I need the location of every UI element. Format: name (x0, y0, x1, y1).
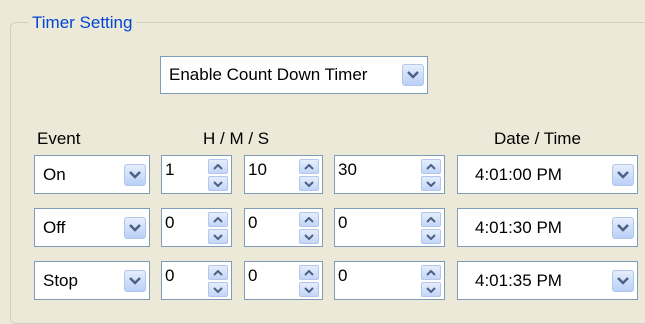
event-value: Off (43, 217, 66, 237)
arrow-down-icon[interactable] (208, 176, 228, 191)
chevron-down-icon[interactable] (124, 216, 146, 239)
minutes-value: 0 (248, 266, 258, 285)
seconds-value: 0 (338, 213, 348, 232)
hours-value: 0 (165, 213, 175, 232)
hours-value: 1 (165, 160, 175, 179)
seconds-value: 30 (338, 160, 357, 179)
datetime-picker[interactable]: 4:01:35 PM (457, 261, 638, 300)
arrow-down-icon[interactable] (299, 282, 319, 297)
arrow-up-icon[interactable] (299, 265, 319, 280)
arrow-down-icon[interactable] (421, 176, 441, 191)
arrow-up-icon[interactable] (421, 159, 441, 174)
arrow-up-icon[interactable] (208, 212, 228, 227)
seconds-spinner[interactable]: 30 (334, 155, 445, 194)
arrow-down-icon[interactable] (208, 282, 228, 297)
arrow-down-icon[interactable] (421, 282, 441, 297)
chevron-down-icon[interactable] (402, 64, 424, 86)
hms-header: H / M / S (203, 129, 270, 148)
seconds-spinner[interactable]: 0 (334, 208, 445, 247)
timer-mode-value: Enable Count Down Timer (169, 65, 368, 84)
event-select[interactable]: Stop (34, 261, 150, 300)
arrow-up-icon[interactable] (299, 159, 319, 174)
arrow-down-icon[interactable] (208, 229, 228, 244)
hours-spinner[interactable]: 1 (161, 155, 232, 194)
chevron-down-icon[interactable] (124, 269, 146, 292)
arrow-up-icon[interactable] (208, 265, 228, 280)
arrow-down-icon[interactable] (421, 229, 441, 244)
chevron-down-icon[interactable] (612, 216, 634, 239)
minutes-spinner[interactable]: 0 (244, 208, 323, 247)
minutes-spinner[interactable]: 10 (244, 155, 323, 194)
event-select[interactable]: Off (34, 208, 150, 247)
event-select[interactable]: On (34, 155, 150, 194)
event-header: Event (37, 129, 81, 148)
minutes-value: 10 (248, 160, 267, 179)
arrow-up-icon[interactable] (208, 159, 228, 174)
seconds-spinner[interactable]: 0 (334, 261, 445, 300)
hours-value: 0 (165, 266, 175, 285)
datetime-value: 4:01:00 PM (475, 164, 562, 184)
timer-mode-select[interactable]: Enable Count Down Timer (160, 56, 428, 94)
chevron-down-icon[interactable] (124, 163, 146, 186)
chevron-down-icon[interactable] (612, 269, 634, 292)
datetime-picker[interactable]: 4:01:00 PM (457, 155, 638, 194)
arrow-up-icon[interactable] (299, 212, 319, 227)
minutes-spinner[interactable]: 0 (244, 261, 323, 300)
hours-spinner[interactable]: 0 (161, 208, 232, 247)
datetime-value: 4:01:35 PM (475, 270, 562, 290)
minutes-value: 0 (248, 213, 258, 232)
arrow-up-icon[interactable] (421, 212, 441, 227)
event-value: Stop (43, 270, 78, 290)
datetime-picker[interactable]: 4:01:30 PM (457, 208, 638, 247)
hours-spinner[interactable]: 0 (161, 261, 232, 300)
arrow-down-icon[interactable] (299, 176, 319, 191)
event-value: On (43, 164, 66, 184)
datetime-header: Date / Time (494, 129, 581, 148)
datetime-value: 4:01:30 PM (475, 217, 562, 237)
group-title: Timer Setting (28, 13, 137, 33)
chevron-down-icon[interactable] (612, 163, 634, 186)
arrow-down-icon[interactable] (299, 229, 319, 244)
seconds-value: 0 (338, 266, 348, 285)
arrow-up-icon[interactable] (421, 265, 441, 280)
